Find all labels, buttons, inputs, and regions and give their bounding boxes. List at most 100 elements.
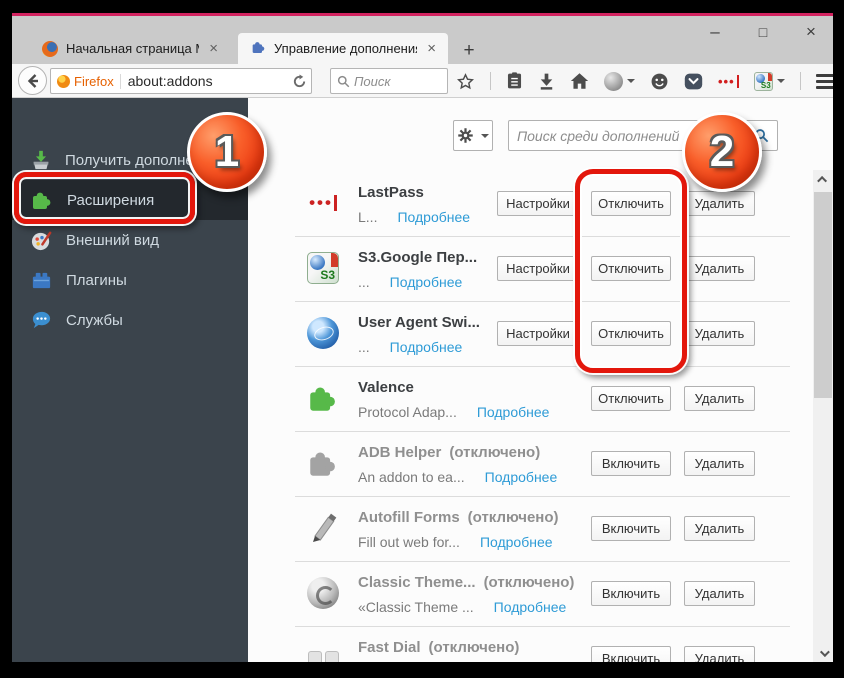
puzzle-favicon — [250, 39, 266, 58]
scroll-up-arrow[interactable] — [813, 170, 833, 188]
gray-puzzle-addon-icon — [305, 445, 341, 481]
addon-name: Classic Theme...(отключено) — [358, 574, 574, 591]
tools-gear-button[interactable] — [453, 120, 493, 151]
addon-row-autofill-forms: Autofill Forms(отключено) Fill out web f… — [295, 497, 790, 562]
settings-button[interactable]: Настройки — [497, 256, 579, 281]
scroll-down-arrow[interactable] — [813, 644, 833, 662]
annotation-number: 1 — [215, 127, 239, 177]
scrollbar[interactable] — [813, 170, 833, 662]
home-icon[interactable] — [570, 72, 589, 90]
addon-row-valence: Valence Protocol Adap... Подробнее Отклю… — [295, 367, 790, 432]
tab-title: Начальная страница Mo... — [66, 41, 199, 56]
gray-sphere-addon-icon — [305, 575, 341, 611]
addon-name: Fast Dial(отключено) — [358, 639, 519, 656]
addon-row-adb-helper: ADB Helper(отключено) An addon to ea... … — [295, 432, 790, 497]
toolbar-search-box[interactable] — [330, 68, 448, 94]
disable-button[interactable]: Отключить — [591, 386, 671, 411]
addon-more-link[interactable]: Подробнее — [390, 339, 463, 355]
window-controls: – □ × — [703, 18, 823, 46]
addon-description: ... — [358, 274, 370, 290]
tab-close-icon[interactable]: × — [425, 40, 438, 57]
close-button[interactable]: × — [799, 20, 823, 44]
chevron-down-icon — [627, 79, 635, 83]
sidebar-item-services[interactable]: Службы — [12, 300, 248, 340]
addon-more-link[interactable]: Подробнее — [390, 274, 463, 290]
addon-disabled-badge: (отключено) — [449, 444, 540, 461]
addon-more-link[interactable]: Подробнее — [494, 599, 567, 615]
maximize-button[interactable]: □ — [751, 20, 775, 44]
enable-button[interactable]: Включить — [591, 581, 671, 606]
remove-button[interactable]: Удалить — [684, 451, 755, 476]
addon-more-link[interactable]: Подробнее — [397, 209, 470, 225]
addon-row-s3-translator: S3 S3.Google Пер... ... Подробнее Настро… — [295, 237, 790, 302]
addon-row-classic-theme-restorer: Classic Theme...(отключено) «Classic The… — [295, 562, 790, 627]
sidebar-item-label: Плагины — [66, 272, 127, 289]
enable-button[interactable]: Включить — [591, 451, 671, 476]
addon-name: S3.Google Пер... — [358, 249, 477, 266]
back-button[interactable] — [18, 66, 47, 95]
tab-close-icon[interactable]: × — [207, 40, 220, 57]
sidebar-item-appearance[interactable]: Внешний вид — [12, 220, 248, 260]
settings-button[interactable]: Настройки — [497, 191, 579, 216]
globe-avatar — [604, 72, 623, 91]
minimize-button[interactable]: – — [703, 20, 727, 44]
addon-more-link[interactable]: Подробнее — [477, 404, 550, 420]
search-icon — [337, 75, 350, 88]
addon-row-fast-dial: Fast Dial(отключено) Включить Удалить — [295, 627, 790, 662]
addon-description: Fill out web for... — [358, 534, 460, 550]
bookmark-star-icon[interactable] — [456, 72, 475, 91]
pocket-icon[interactable] — [684, 72, 703, 91]
sidebar-item-label: Внешний вид — [66, 232, 159, 249]
annotation-callout-1: 1 — [187, 112, 267, 192]
emoji-chat-icon[interactable] — [650, 72, 669, 91]
remove-button[interactable]: Удалить — [684, 581, 755, 606]
remove-button[interactable]: Удалить — [684, 321, 755, 346]
services-bubble-icon — [30, 309, 53, 332]
menu-icon[interactable] — [816, 74, 833, 89]
bookmarks-list-icon[interactable] — [506, 72, 523, 90]
lastpass-bar — [737, 75, 739, 88]
pencil-addon-icon — [305, 510, 341, 546]
plugins-brick-icon — [30, 269, 53, 292]
remove-button[interactable]: Удалить — [684, 191, 755, 216]
addon-description: «Classic Theme ... — [358, 599, 474, 615]
settings-button[interactable]: Настройки — [497, 321, 579, 346]
annotation-callout-2: 2 — [682, 112, 762, 192]
s3-translator-toolbar-icon[interactable]: S3 — [754, 72, 785, 91]
toolbar-search-input[interactable] — [350, 74, 443, 89]
lastpass-toolbar-icon[interactable]: ••• — [718, 74, 739, 89]
enable-button[interactable]: Включить — [591, 516, 671, 541]
url-bar[interactable]: Firefox — [50, 68, 312, 94]
addon-description: An addon to ea... — [358, 469, 465, 485]
remove-button[interactable]: Удалить — [684, 646, 755, 662]
addon-name: User Agent Swi... — [358, 314, 480, 331]
tab-home[interactable]: Начальная страница Mo... × — [30, 33, 230, 64]
enable-button[interactable]: Включить — [591, 646, 671, 662]
lastpass-addon-icon: ••• — [305, 185, 341, 221]
reload-icon[interactable] — [292, 74, 307, 89]
scrollbar-thumb[interactable] — [814, 192, 832, 398]
downloads-icon[interactable] — [538, 72, 555, 90]
toolbar-separator — [490, 72, 491, 90]
url-input[interactable] — [121, 73, 292, 89]
addon-name: ADB Helper(отключено) — [358, 444, 540, 461]
s3-icon: S3 — [754, 72, 773, 91]
addon-more-link[interactable]: Подробнее — [485, 469, 558, 485]
toolbar-separator — [800, 72, 801, 90]
firefox-favicon — [42, 41, 58, 57]
remove-button[interactable]: Удалить — [684, 256, 755, 281]
sidebar-item-plugins[interactable]: Плагины — [12, 260, 248, 300]
addon-more-link[interactable]: Подробнее — [480, 534, 553, 550]
new-tab-button[interactable]: + — [454, 38, 484, 64]
remove-button[interactable]: Удалить — [684, 516, 755, 541]
remove-button[interactable]: Удалить — [684, 386, 755, 411]
titlebar: – □ × Начальная страница Mo... × Управле… — [12, 16, 833, 64]
addon-row-user-agent-switcher: User Agent Swi... ... Подробнее Настройк… — [295, 302, 790, 367]
green-puzzle-addon-icon — [305, 380, 341, 416]
addon-description: ... — [358, 339, 370, 355]
browser-window: – □ × Начальная страница Mo... × Управле… — [12, 13, 833, 662]
navigation-toolbar: Firefox — [12, 64, 833, 98]
profile-globe-icon[interactable] — [604, 72, 635, 91]
screenshot-root: – □ × Начальная страница Mo... × Управле… — [0, 0, 844, 678]
tab-addons-manager[interactable]: Управление дополнения... × — [238, 33, 448, 64]
